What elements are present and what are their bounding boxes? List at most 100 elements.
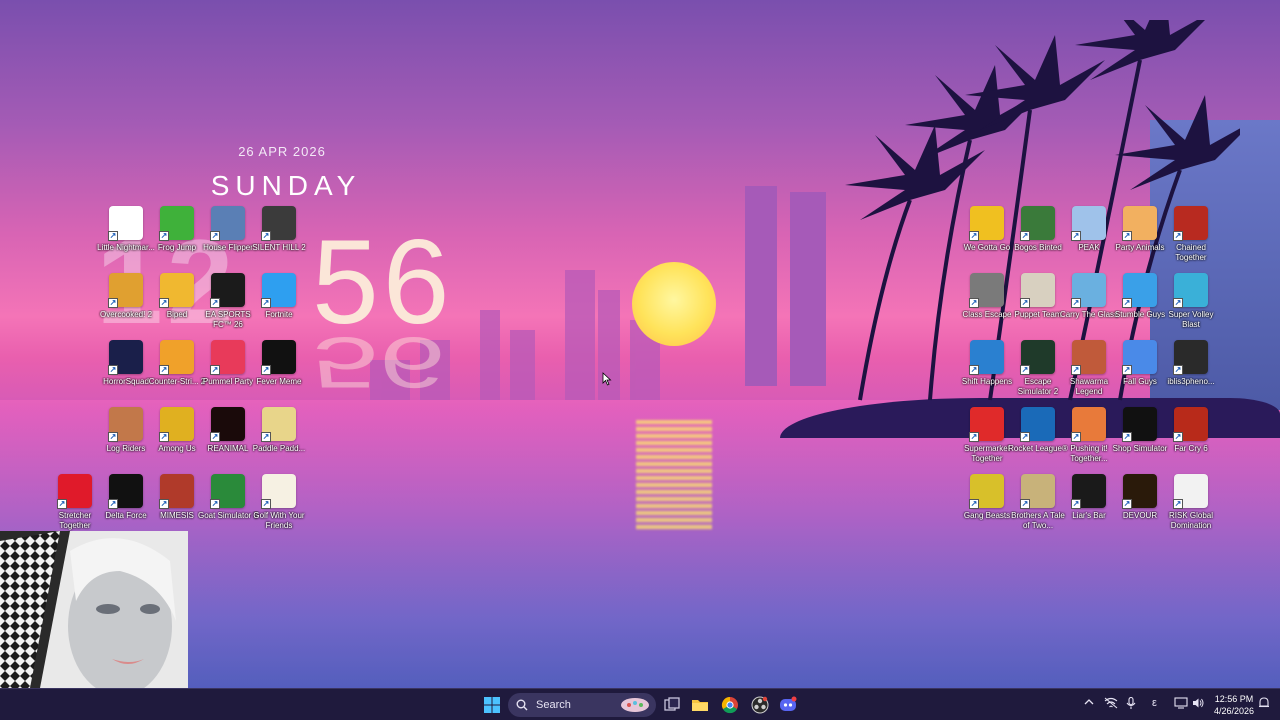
delta-force-icon: ↗: [108, 474, 143, 509]
mouse-cursor-icon: [602, 372, 612, 386]
little-nightmares-icon: ↗: [108, 206, 143, 241]
desktop-shortcut[interactable]: ↗ Fortnite: [249, 273, 309, 339]
shortcut-arrow-icon: ↗: [1071, 231, 1081, 241]
taskbar-search[interactable]: Search: [508, 693, 656, 717]
fever-meme-icon: ↗: [261, 340, 296, 375]
shortcut-arrow-icon: ↗: [1020, 499, 1030, 509]
microphone-icon[interactable]: [1126, 696, 1136, 712]
desktop-shortcut[interactable]: ↗ Super Volley Blast: [1161, 273, 1221, 339]
horror-squad-icon: ↗: [108, 340, 143, 375]
discord-button[interactable]: [776, 693, 800, 717]
shift-happens-icon: ↗: [969, 340, 1004, 375]
desktop-shortcut[interactable]: ↗ RISK Global Domination: [1161, 474, 1221, 540]
shortcut-arrow-icon: ↗: [57, 499, 67, 509]
clock-day: SUNDAY: [210, 170, 362, 201]
wallpaper-sun: [632, 262, 716, 346]
tray-date: 4/26/2026: [1213, 706, 1255, 716]
far-cry-icon: ↗: [1173, 407, 1208, 442]
class-escape-icon: ↗: [969, 273, 1004, 308]
desktop-shortcut[interactable]: ↗ Chained Together: [1161, 206, 1221, 272]
counter-strike-icon: ↗: [159, 340, 194, 375]
house-icon: ↗: [210, 206, 245, 241]
shortcut-arrow-icon: ↗: [1020, 231, 1030, 241]
shortcut-arrow-icon: ↗: [210, 298, 220, 308]
wallpaper-sun-reflection: [636, 420, 712, 530]
search-placeholder: Search: [536, 699, 571, 711]
shortcut-arrow-icon: ↗: [261, 499, 271, 509]
tray-time: 12:56 PM: [1214, 694, 1254, 704]
mimesis-icon: ↗: [159, 474, 194, 509]
desktop-shortcut[interactable]: ↗ Fever Meme: [249, 340, 309, 406]
keyhole-icon: ↗: [1020, 340, 1055, 375]
obs-button[interactable]: [748, 693, 772, 717]
webcam-overlay: [0, 531, 188, 688]
search-icon: [516, 699, 528, 711]
shortcut-arrow-icon: ↗: [1020, 365, 1030, 375]
desktop-shortcut[interactable]: ↗ Far Cry 6: [1161, 407, 1221, 473]
shortcut-arrow-icon: ↗: [969, 231, 979, 241]
dollar-icon: ↗: [1122, 407, 1157, 442]
shortcut-arrow-icon: ↗: [1020, 298, 1030, 308]
network-icon[interactable]: [1174, 697, 1188, 712]
scared-face-icon: ↗: [969, 206, 1004, 241]
shortcut-arrow-icon: ↗: [210, 231, 220, 241]
shortcut-arrow-icon: ↗: [1071, 432, 1081, 442]
obs-icon: [751, 696, 769, 714]
desktop-shortcut-label: Super Volley Blast: [1168, 310, 1214, 329]
tray-clock[interactable]: 12:56 PM 4/26/2026: [1212, 693, 1256, 717]
fall-guys-icon: ↗: [1122, 340, 1157, 375]
shortcut-arrow-icon: ↗: [1071, 298, 1081, 308]
robot-icon: ↗: [159, 273, 194, 308]
shortcut-arrow-icon: ↗: [969, 365, 979, 375]
shortcut-arrow-icon: ↗: [969, 499, 979, 509]
alien-icon: ↗: [1020, 206, 1055, 241]
shortcut-arrow-icon: ↗: [1122, 298, 1132, 308]
shortcut-arrow-icon: ↗: [1122, 231, 1132, 241]
shortcut-arrow-icon: ↗: [108, 432, 118, 442]
shortcut-arrow-icon: ↗: [261, 432, 271, 442]
task-view-button[interactable]: [660, 693, 684, 717]
shawarma-icon: ↗: [1071, 340, 1106, 375]
stumble-guys-icon: ↗: [1122, 273, 1157, 308]
chrome-icon: [721, 696, 738, 714]
network-off-icon[interactable]: [1104, 697, 1118, 712]
volume-icon[interactable]: [1192, 697, 1204, 712]
brothers-icon: ↗: [1020, 474, 1055, 509]
shortcut-arrow-icon: ↗: [1173, 231, 1183, 241]
shortcut-arrow-icon: ↗: [1122, 499, 1132, 509]
chrome-button[interactable]: [718, 693, 742, 717]
shortcut-arrow-icon: ↗: [1020, 432, 1030, 442]
shortcut-arrow-icon: ↗: [1071, 365, 1081, 375]
party-animals-icon: ↗: [1122, 206, 1157, 241]
tray-overflow-icon[interactable]: [1084, 697, 1094, 710]
start-button[interactable]: [480, 693, 504, 717]
desktop-shortcut[interactable]: ↗ Paddle Padd...: [249, 407, 309, 473]
shortcut-arrow-icon: ↗: [261, 231, 271, 241]
taskbar: Search ε 12:56 PM 4/26/2026: [0, 688, 1280, 720]
puppet-team-icon: ↗: [1020, 273, 1055, 308]
file-explorer-button[interactable]: [688, 693, 712, 717]
carry-glass-icon: ↗: [1071, 273, 1106, 308]
desktop-shortcut[interactable]: ↗ SILENT HILL 2: [249, 206, 309, 272]
desktop-shortcut[interactable]: ↗ Golf With Your Friends: [249, 474, 309, 540]
paddle-icon: ↗: [261, 407, 296, 442]
shortcut-arrow-icon: ↗: [1122, 432, 1132, 442]
input-language[interactable]: ε: [1152, 697, 1157, 709]
iblis-icon: ↗: [1173, 340, 1208, 375]
shortcut-arrow-icon: ↗: [969, 298, 979, 308]
desktop-shortcut-label: RISK Global Domination: [1168, 511, 1214, 530]
desktop-shortcut[interactable]: ↗ iblis3pheno...: [1161, 340, 1221, 406]
chained-together-icon: ↗: [1173, 206, 1208, 241]
desktop-shortcut-label: Chained Together: [1175, 243, 1207, 262]
supermarket-icon: ↗: [969, 407, 1004, 442]
shortcut-arrow-icon: ↗: [108, 499, 118, 509]
cross-icon: ↗: [57, 474, 92, 509]
start-icon: [484, 697, 500, 713]
shortcut-arrow-icon: ↗: [159, 298, 169, 308]
goat-icon: ↗: [210, 474, 245, 509]
desktop-shortcut-label: Fortnite: [265, 310, 293, 319]
log-riders-icon: ↗: [108, 407, 143, 442]
fc26-icon: ↗: [210, 273, 245, 308]
shortcut-arrow-icon: ↗: [1173, 365, 1183, 375]
notification-icon[interactable]: [1258, 697, 1270, 712]
